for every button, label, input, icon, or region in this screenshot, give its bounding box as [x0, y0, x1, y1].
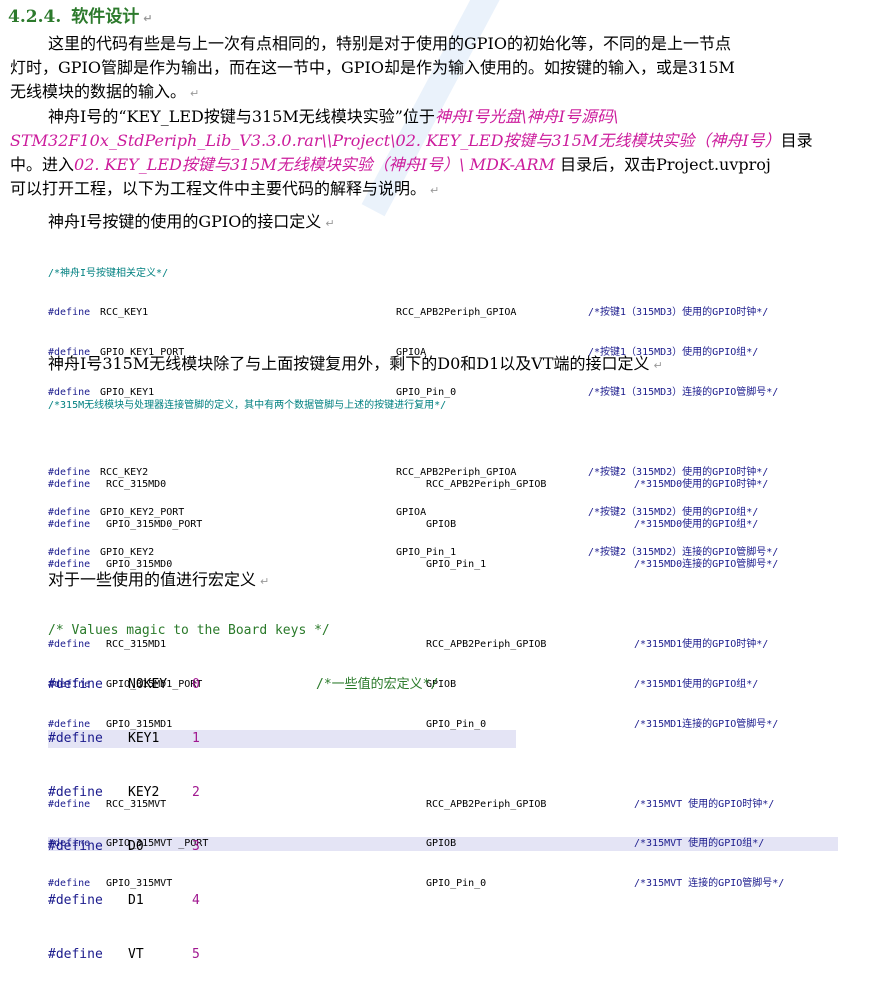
- code-macro-value: RCC_APB2Periph_GPIOB: [426, 479, 547, 491]
- paragraph-text: 神舟I号的“KEY_LED按键与315M无线模块实验”位于: [48, 107, 435, 126]
- code-macro-value: RCC_APB2Periph_GPIOA: [396, 307, 517, 319]
- paragraph-project: 神舟I号的“KEY_LED按键与315M无线模块实验”位于神舟I号光盘\神舟I号…: [10, 105, 872, 201]
- code-macro-value: 3: [192, 839, 200, 854]
- code-keyword: #define: [48, 307, 91, 319]
- code-line-comment: /*315MD1连接的GPIO管脚号*/: [634, 718, 779, 730]
- code-line-comment: /*按键1（315MD3）使用的GPIO时钟*/: [588, 307, 769, 319]
- code-keyword: #define: [48, 785, 103, 800]
- paragraph-line: 中。进入02. KEY_LED按键与315M无线模块实验（神舟I号）\ MDK-…: [10, 153, 872, 177]
- code-macro-value: 0: [192, 677, 200, 692]
- code-line-comment: /*315MD0连接的GPIO管脚号*/: [634, 559, 779, 571]
- code-line: #define GPIO_315MD0_PORT GPIOB /*315MD0使用的G…: [48, 518, 838, 531]
- code-macro-name: D1: [128, 893, 144, 908]
- code-line: #define KEY2 2: [48, 784, 516, 802]
- subtitle-text: 神舟I号315M无线模块除了与上面按键复用外，剩下的D0和D1以及VT端的接口定…: [48, 354, 650, 373]
- code-line-comment: /*315MD0使用的GPIO时钟*/: [634, 479, 769, 491]
- section-title: 软件设计: [71, 7, 140, 27]
- code-keyword: #define: [48, 519, 91, 531]
- code-macro-value: 5: [192, 947, 200, 962]
- paragraph-text: 可以打开工程，以下为工程文件中主要代码的解释与说明。: [10, 179, 427, 198]
- code-line: #define NOKEY 0 /*一些值的宏定义*/: [48, 676, 516, 694]
- code-line: #define RCC_315MD0 RCC_APB2Periph_GPIOB /*3…: [48, 478, 838, 491]
- code-macro-name: KEY2: [128, 785, 160, 800]
- code-line: #define VT 5: [48, 946, 516, 964]
- paragraph-line: 这里的代码有些是与上一次有点相同的，特别是对于使用的GPIO的初始化等，不同的是…: [48, 34, 731, 53]
- code-line-comment: /*315MD0使用的GPIO组*/: [634, 519, 759, 531]
- code-macro-name: KEY1: [128, 731, 160, 746]
- paragraph-text: 目录: [780, 131, 813, 150]
- return-mark: ↵: [653, 359, 663, 372]
- code-line-comment: /*315MVT 使用的GPIO时钟*/: [634, 798, 775, 810]
- section-heading: 4.2.4. 软件设计 ↵: [8, 2, 152, 27]
- code-block-values: /* Values magic to the Board keys */ #de…: [48, 586, 516, 982]
- code-macro-name: RCC_KEY1: [100, 307, 149, 319]
- paragraph-line: 灯时，GPIO管脚是作为输出，而在这一节中，GPIO却是作为输入使用的。如按键的…: [10, 58, 735, 77]
- code-macro-value: GPIO_Pin_1: [426, 559, 487, 571]
- paragraph-line: 可以打开工程，以下为工程文件中主要代码的解释与说明。 ↵: [10, 177, 872, 201]
- code-line: #define RCC_KEY1 RCC_APB2Periph_GPIOA /*按键1…: [48, 306, 838, 319]
- code-line-comment: /*315MVT 使用的GPIO组*/: [634, 838, 765, 850]
- code-comment: /* Values magic to the Board keys */: [48, 623, 330, 638]
- code-macro-name: RCC_315MD0: [106, 479, 167, 491]
- code-line-comment: /*一些值的宏定义*/: [316, 677, 439, 692]
- code-keyword: #define: [48, 677, 103, 692]
- path-text: 神舟I号光盘\神舟I号源码\: [434, 107, 619, 126]
- paragraph-text: 目录后，双击Project.uvproj: [555, 155, 771, 174]
- code-macro-value: 4: [192, 893, 200, 908]
- return-mark: ↵: [143, 12, 153, 25]
- code-macro-value: 2: [192, 785, 200, 800]
- code-comment: /*神舟I号按键相关定义*/: [48, 267, 169, 279]
- code-keyword: #define: [48, 947, 103, 962]
- return-mark: ↵: [325, 217, 335, 230]
- paragraph-line: 神舟I号的“KEY_LED按键与315M无线模块实验”位于神舟I号光盘\神舟I号…: [10, 105, 872, 129]
- code-keyword: #define: [48, 893, 103, 908]
- path-text: STM32F10x_StdPeriph_Lib_V3.3.0.rar\\Proj…: [10, 131, 781, 150]
- code-comment: /*315M无线模块与处理器连接管脚的定义，其中有两个数据管脚与上述的按键进行复…: [48, 399, 447, 411]
- code-line-comment: /*315MD1使用的GPIO组*/: [634, 678, 759, 690]
- code-line: #define D1 4: [48, 892, 516, 910]
- code-line-comment: /*315MD1使用的GPIO时钟*/: [634, 638, 769, 650]
- code-macro-value: 1: [192, 731, 200, 746]
- paragraph-line: 无线模块的数据的输入。 ↵: [10, 80, 872, 104]
- code-macro-value: GPIOB: [426, 519, 457, 531]
- paragraph-intro: 这里的代码有些是与上一次有点相同的，特别是对于使用的GPIO的初始化等，不同的是…: [10, 32, 872, 104]
- return-mark: ↵: [430, 184, 440, 197]
- subtitle-315m-gpio: 神舟I号315M无线模块除了与上面按键复用外，剩下的D0和D1以及VT端的接口定…: [48, 350, 663, 374]
- paragraph-text: 无线模块的数据的输入。: [10, 82, 187, 101]
- section-number: 4.2.4.: [8, 7, 62, 27]
- code-macro-name: D0: [128, 839, 144, 854]
- code-keyword: #define: [48, 839, 103, 854]
- code-keyword: #define: [48, 479, 91, 491]
- code-line: #define D0 3: [48, 838, 516, 856]
- paragraph-text: 中。进入: [10, 155, 75, 174]
- code-line-highlighted: #define KEY1 1: [48, 730, 516, 748]
- code-keyword: #define: [48, 731, 103, 746]
- subtitle-text: 神舟I号按键的使用的GPIO的接口定义: [48, 212, 322, 231]
- code-macro-name: GPIO_315MD0_PORT: [106, 519, 203, 531]
- return-mark: ↵: [190, 87, 200, 100]
- code-line-comment: /*315MVT 连接的GPIO管脚号*/: [634, 878, 785, 890]
- paragraph-line: STM32F10x_StdPeriph_Lib_V3.3.0.rar\\Proj…: [10, 129, 872, 153]
- code-macro-name: VT: [128, 947, 144, 962]
- subtitle-key-gpio: 神舟I号按键的使用的GPIO的接口定义 ↵: [48, 208, 335, 232]
- code-macro-name: NOKEY: [128, 677, 168, 692]
- path-text: 02. KEY_LED按键与315M无线模块实验（神舟I号）\ MDK-ARM: [74, 155, 555, 174]
